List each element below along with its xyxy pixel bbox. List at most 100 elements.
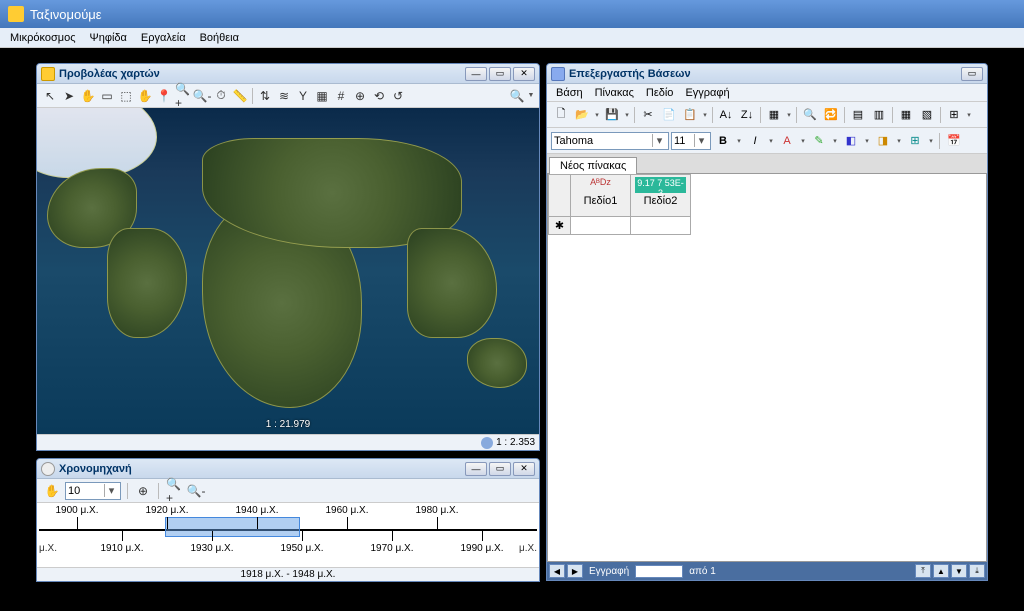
tool-marquee-icon[interactable]: ⬚ — [117, 87, 135, 105]
new-record-row[interactable]: ✱ — [549, 217, 691, 235]
nav-top-button[interactable]: ⤒ — [915, 564, 931, 578]
replace-icon[interactable]: 🔁 — [821, 105, 841, 125]
highlight-button[interactable]: ✎ — [809, 131, 829, 151]
dbmenu-table[interactable]: Πίνακας — [590, 86, 639, 100]
addfield-icon[interactable]: ▤ — [848, 105, 868, 125]
timeline-pan-icon[interactable]: ✋ — [43, 482, 61, 500]
globe-icon — [481, 437, 493, 449]
tool-rect-icon[interactable]: ▭ — [98, 87, 116, 105]
column-header-2[interactable]: 9.17 7 53E-3 Πεδίο2 — [631, 175, 691, 217]
timeline-zoomout-icon[interactable]: 🔍- — [187, 482, 205, 500]
tool-timer-icon[interactable]: ⏱ — [212, 87, 230, 105]
bgcolor-button[interactable]: ◧ — [841, 131, 861, 151]
nav-bottom-button[interactable]: ⤓ — [969, 564, 985, 578]
tool-target-icon[interactable]: ⊕ — [351, 87, 369, 105]
timeline-canvas[interactable]: μ.Χ. μ.Χ. 1900 μ.Χ. 1920 μ.Χ. 1940 μ.Χ. … — [37, 503, 539, 567]
cell[interactable] — [571, 217, 631, 235]
tool-layers-icon[interactable]: ≋ — [275, 87, 293, 105]
db-titlebar[interactable]: Επεξεργαστής Βάσεων ▭ — [547, 64, 987, 84]
tool-pointer-icon[interactable]: ↖ — [41, 87, 59, 105]
nav-first-button[interactable]: ◀ — [549, 564, 565, 578]
dbmenu-base[interactable]: Βάση — [551, 86, 588, 100]
nav-position-input[interactable] — [635, 565, 683, 578]
tool-pan-icon[interactable]: ✋ — [79, 87, 97, 105]
tool-search-icon[interactable]: 🔍 — [508, 87, 526, 105]
open-icon[interactable]: 📂 — [572, 105, 592, 125]
tool-zoomout-icon[interactable]: 🔍- — [193, 87, 211, 105]
nav-down-button[interactable]: ▼ — [951, 564, 967, 578]
map-canvas[interactable]: 1 : 21.979 — [37, 108, 539, 434]
cell[interactable] — [631, 217, 691, 235]
delrec-icon[interactable]: ▧ — [917, 105, 937, 125]
column-header-1[interactable]: AᴮDz Πεδίο1 — [571, 175, 631, 217]
row-selector-header[interactable] — [549, 175, 571, 217]
font-combo[interactable]: Tahoma ▾ — [551, 132, 669, 150]
fontsize-combo[interactable]: 11 ▾ — [671, 132, 711, 150]
filter-icon[interactable]: ▦ — [764, 105, 784, 125]
maximize-button[interactable]: ▭ — [489, 67, 511, 81]
save-dropdown[interactable]: ▾ — [623, 111, 631, 119]
delfield-icon[interactable]: ▥ — [869, 105, 889, 125]
number-type-icon: 9.17 7 53E-3 — [635, 177, 686, 193]
calendar-icon[interactable]: 📅 — [944, 131, 964, 151]
tool-zoomregion-icon[interactable]: ⟲ — [370, 87, 388, 105]
maximize-button[interactable]: ▭ — [961, 67, 983, 81]
close-button[interactable]: ✕ — [513, 67, 535, 81]
maximize-button[interactable]: ▭ — [489, 462, 511, 476]
timeline-step-combo[interactable]: 10 ▾ — [65, 482, 121, 500]
copy-icon[interactable]: 📄 — [659, 105, 679, 125]
italic-button[interactable]: I — [745, 131, 765, 151]
save-icon[interactable]: 💾 — [602, 105, 622, 125]
nav-up-button[interactable]: ▲ — [933, 564, 949, 578]
tool-refresh-icon[interactable]: ↺ — [389, 87, 407, 105]
tab-new-table[interactable]: Νέος πίνακας — [549, 157, 637, 174]
menu-ergaleia[interactable]: Εργαλεία — [135, 30, 192, 46]
tool-grid-icon[interactable]: # — [332, 87, 350, 105]
nav-prev-button[interactable]: ▶ — [567, 564, 583, 578]
sort-asc-icon[interactable]: A↓ — [716, 105, 736, 125]
open-dropdown[interactable]: ▾ — [593, 111, 601, 119]
sort-desc-icon[interactable]: Z↓ — [737, 105, 757, 125]
find-icon[interactable]: 🔍 — [800, 105, 820, 125]
minimize-button[interactable]: — — [465, 67, 487, 81]
tick-label: 1930 μ.Χ. — [190, 543, 233, 554]
field-name-2: Πεδίο2 — [635, 195, 686, 207]
timeline-toolbar: ✋ 10 ▾ ⊕ 🔍+ 🔍- — [37, 479, 539, 503]
gridopt-icon[interactable]: ⊞ — [944, 105, 964, 125]
menu-voitheia[interactable]: Βοήθεια — [194, 30, 245, 46]
paste-icon[interactable]: 📋 — [680, 105, 700, 125]
addrec-icon[interactable]: ▦ — [896, 105, 916, 125]
gridcolor-button[interactable]: ⊞ — [905, 131, 925, 151]
tool-zoomin-icon[interactable]: 🔍+ — [174, 87, 192, 105]
dbmenu-record[interactable]: Εγγραφή — [680, 86, 734, 100]
tool-measure-icon[interactable]: 📏 — [231, 87, 249, 105]
tool-sort-icon[interactable]: ⇅ — [256, 87, 274, 105]
bold-button[interactable]: B — [713, 131, 733, 151]
dbmenu-field[interactable]: Πεδίο — [641, 86, 679, 100]
paste-dropdown[interactable]: ▾ — [701, 111, 709, 119]
timeline-edge-right: μ.Χ. — [519, 543, 537, 554]
tick-label: 1970 μ.Χ. — [370, 543, 413, 554]
row-marker[interactable]: ✱ — [549, 217, 571, 235]
minimize-button[interactable]: — — [465, 462, 487, 476]
menu-mikrokosmos[interactable]: Μικρόκοσμος — [4, 30, 82, 46]
timeline-selection[interactable] — [165, 517, 300, 537]
timeline-window: Χρονομηχανή — ▭ ✕ ✋ 10 ▾ ⊕ 🔍+ 🔍- μ.Χ. μ.… — [36, 458, 540, 582]
tool-grab-icon[interactable]: ✋ — [136, 87, 154, 105]
close-button[interactable]: ✕ — [513, 462, 535, 476]
timeline-titlebar[interactable]: Χρονομηχανή — ▭ ✕ — [37, 459, 539, 479]
timeline-zoomin-icon[interactable]: 🔍+ — [165, 482, 183, 500]
db-grid[interactable]: AᴮDz Πεδίο1 9.17 7 53E-3 Πεδίο2 ✱ — [547, 174, 987, 562]
timeline-center-icon[interactable]: ⊕ — [134, 482, 152, 500]
tool-y-icon[interactable]: Y — [294, 87, 312, 105]
new-icon[interactable]: 🗋 — [551, 105, 571, 125]
menu-psifida[interactable]: Ψηφίδα — [84, 30, 133, 46]
fontcolor-button[interactable]: A — [777, 131, 797, 151]
map-window-titlebar[interactable]: Προβολέας χαρτών — ▭ ✕ — [37, 64, 539, 84]
cut-icon[interactable]: ✂ — [638, 105, 658, 125]
tool-legend-icon[interactable]: ▦ — [313, 87, 331, 105]
selcolor-button[interactable]: ◨ — [873, 131, 893, 151]
tool-select-icon[interactable]: ➤ — [60, 87, 78, 105]
tool-pin-icon[interactable]: 📍 — [155, 87, 173, 105]
search-dropdown-icon[interactable]: ▼ — [527, 92, 535, 99]
